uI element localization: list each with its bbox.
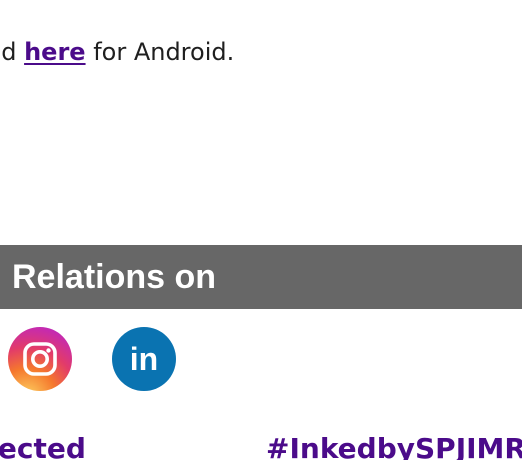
instagram-link[interactable] bbox=[8, 327, 72, 391]
instagram-icon bbox=[23, 342, 57, 376]
section-header-title: Relations on bbox=[12, 258, 217, 296]
app-download-line: nd here for Android. bbox=[0, 38, 234, 66]
linkedin-link[interactable]: in bbox=[112, 327, 176, 391]
section-header-bar: Relations on bbox=[0, 245, 522, 309]
page: nd here for Android. Relations on in nec… bbox=[0, 0, 522, 460]
linkedin-icon-text: in bbox=[130, 341, 158, 377]
android-download-link[interactable]: here bbox=[24, 38, 85, 66]
linkedin-icon: in bbox=[130, 341, 158, 377]
app-download-prefix: nd bbox=[0, 38, 17, 66]
bottom-left-heading: nected bbox=[0, 432, 86, 460]
app-download-suffix: for Android. bbox=[85, 38, 235, 66]
hashtag-heading: #InkedbySPJIMR bbox=[266, 432, 522, 460]
